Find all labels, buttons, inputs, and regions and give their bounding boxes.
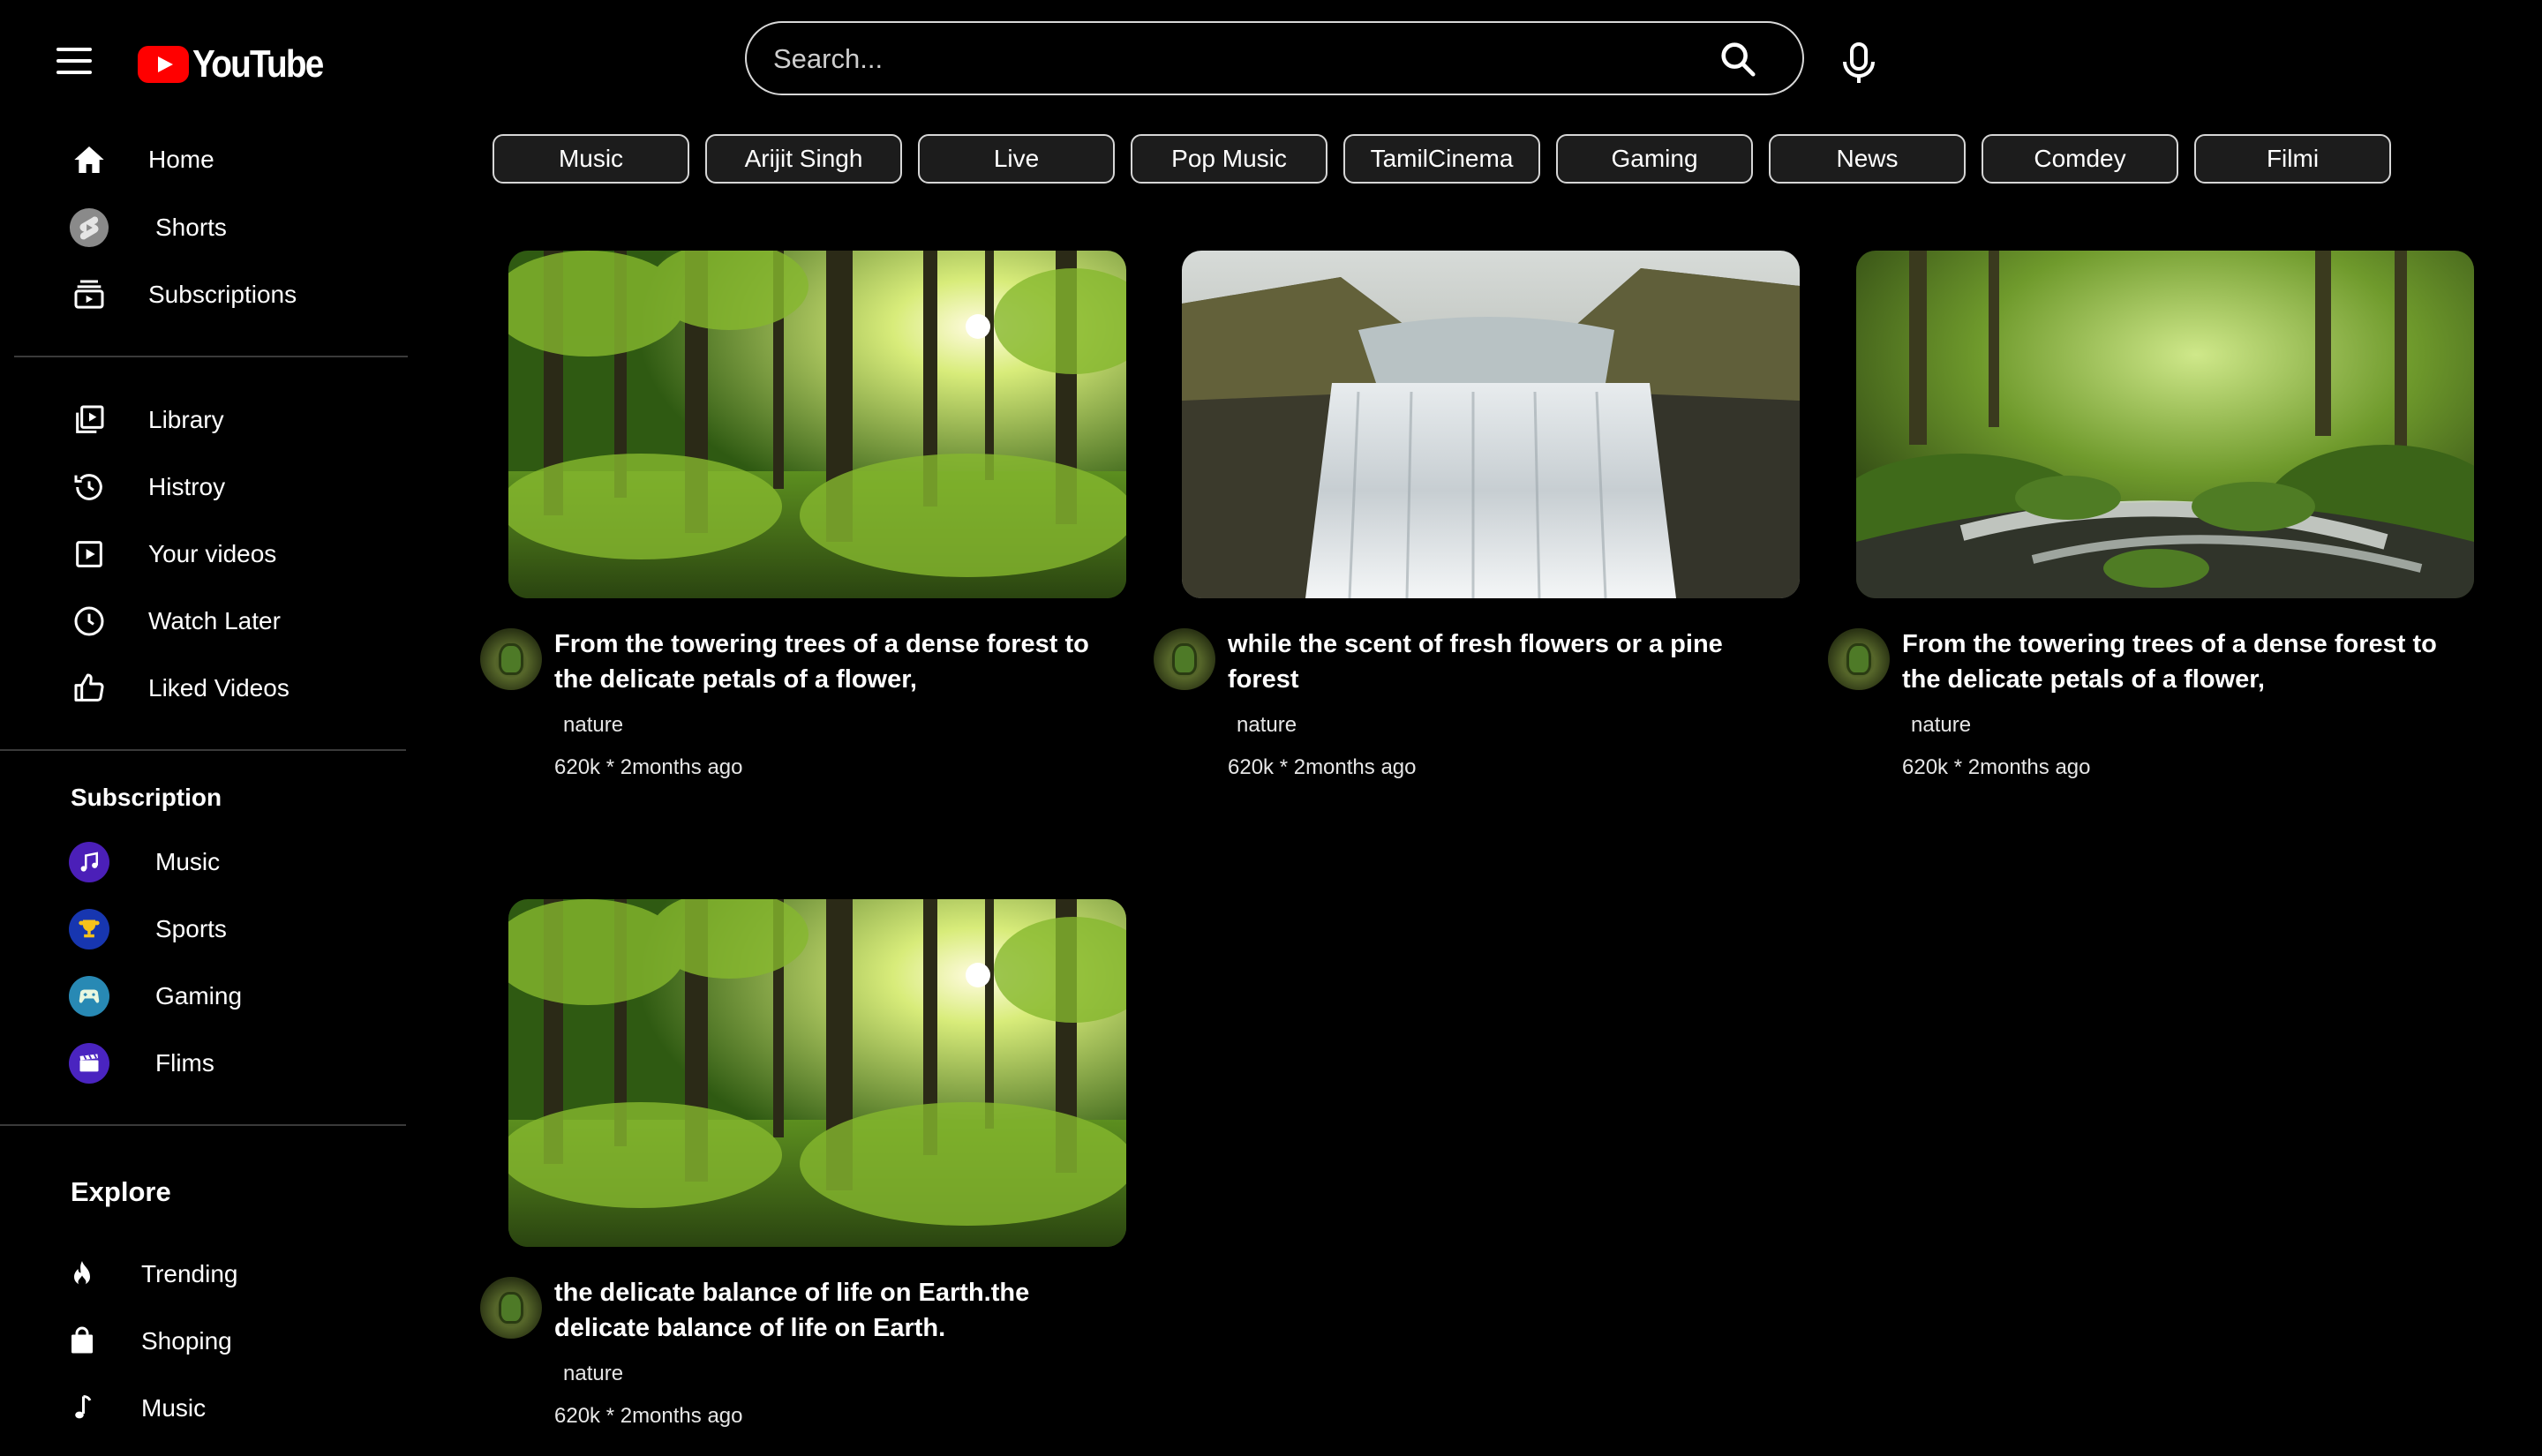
shorts-icon (69, 207, 109, 248)
logo-text: YouTube (192, 42, 324, 86)
sidebar-item-label: Shorts (155, 214, 227, 241)
channel-name[interactable]: nature (1911, 713, 1971, 738)
music-channel-avatar (69, 842, 109, 882)
chip-pop-music[interactable]: Pop Music (1131, 134, 1327, 184)
video-meta: 620k * 2months ago (554, 755, 743, 779)
hamburger-menu-icon[interactable] (56, 48, 92, 76)
clapperboard-icon (69, 1043, 109, 1084)
search-bar (745, 21, 1804, 95)
channel-avatar[interactable] (480, 1277, 542, 1339)
films-channel-avatar (69, 1043, 109, 1084)
sidebar-item-label: Histroy (148, 473, 226, 500)
sidebar-item-label: Subscriptions (148, 281, 297, 308)
sidebar-item-label: Sports (155, 915, 227, 942)
sidebar-item-sub-gaming[interactable]: Gaming (0, 969, 406, 1024)
subscription-section-title: Subscription (71, 784, 222, 811)
search-icon[interactable] (1718, 39, 1760, 81)
video-title[interactable]: the delicate balance of life on Earth.th… (554, 1275, 1119, 1346)
youtube-app: YouTube Home Shorts Subscriptions Librar… (0, 0, 2542, 1456)
video-card[interactable]: the delicate balance of life on Earth.th… (480, 899, 1133, 1456)
sidebar: YouTube Home Shorts Subscriptions Librar… (0, 0, 415, 1456)
channel-avatar[interactable] (480, 628, 542, 690)
sidebar-item-label: Music (155, 848, 221, 875)
thumbs-up-icon (69, 668, 109, 709)
history-icon (69, 467, 109, 507)
sidebar-item-watch-later[interactable]: Watch Later (0, 594, 406, 649)
video-title[interactable]: From the towering trees of a dense fores… (1902, 627, 2467, 697)
sidebar-item-label: Gaming (155, 982, 243, 1009)
youtube-logo[interactable]: YouTube (138, 42, 341, 86)
sidebar-item-your-videos[interactable]: Your videos (0, 527, 406, 582)
video-card[interactable]: From the towering trees of a dense fores… (1828, 251, 2481, 815)
sidebar-item-label: Liked Videos (148, 674, 290, 702)
video-thumbnail[interactable] (1182, 251, 1800, 598)
sidebar-item-home[interactable]: Home (0, 132, 406, 187)
chip-comdey[interactable]: Comdey (1982, 134, 2178, 184)
chip-live[interactable]: Live (918, 134, 1115, 184)
microphone-icon[interactable] (1839, 41, 1882, 86)
video-meta: 620k * 2months ago (554, 1404, 743, 1428)
video-card[interactable]: while the scent of fresh flowers or a pi… (1154, 251, 1807, 815)
channel-avatar[interactable] (1154, 628, 1215, 690)
search-input[interactable] (773, 39, 1673, 79)
channel-avatar[interactable] (1828, 628, 1890, 690)
sidebar-divider (0, 1124, 406, 1126)
sidebar-item-label: Library (148, 406, 224, 433)
video-thumbnail[interactable] (508, 899, 1126, 1247)
sidebar-item-label: Trending (141, 1260, 238, 1287)
channel-name[interactable]: nature (563, 713, 623, 738)
video-thumbnail[interactable] (508, 251, 1126, 598)
category-chips: Music Arijit Singh Live Pop Music TamilC… (493, 134, 2391, 184)
shopping-bag-icon (62, 1321, 102, 1362)
sidebar-item-shopping[interactable]: Shoping (0, 1314, 406, 1369)
trophy-icon (69, 909, 109, 949)
sidebar-item-sub-music[interactable]: Music (0, 835, 406, 889)
music-note-icon (69, 842, 109, 882)
sidebar-item-subscriptions[interactable]: Subscriptions (0, 267, 406, 322)
flame-icon (62, 1254, 102, 1295)
video-title[interactable]: From the towering trees of a dense fores… (554, 627, 1119, 697)
video-thumbnail[interactable] (1856, 251, 2474, 598)
chip-music[interactable]: Music (493, 134, 689, 184)
sidebar-item-label: Shoping (141, 1327, 232, 1355)
chip-filmi[interactable]: Filmi (2194, 134, 2391, 184)
gamepad-icon (69, 976, 109, 1017)
sports-channel-avatar (69, 909, 109, 949)
sidebar-item-label: Home (148, 146, 214, 173)
sidebar-divider (0, 749, 406, 751)
sidebar-item-explore-music[interactable]: Music (0, 1381, 406, 1436)
play-logo-icon (138, 46, 189, 83)
chip-arijit-singh[interactable]: Arijit Singh (705, 134, 902, 184)
subscriptions-icon (69, 274, 109, 315)
video-card[interactable]: From the towering trees of a dense fores… (480, 251, 1133, 815)
watch-later-icon (69, 601, 109, 642)
sidebar-item-label: Your videos (148, 540, 277, 567)
chip-news[interactable]: News (1769, 134, 1966, 184)
explore-section-title: Explore (71, 1176, 171, 1207)
chip-tamilcinema[interactable]: TamilCinema (1343, 134, 1540, 184)
channel-name[interactable]: nature (563, 1362, 623, 1386)
sidebar-item-label: Watch Later (148, 607, 281, 634)
home-icon (69, 139, 109, 180)
sidebar-item-label: Flims (155, 1049, 214, 1077)
your-videos-icon (69, 534, 109, 574)
sidebar-divider (14, 356, 408, 357)
music-note-icon (62, 1388, 102, 1429)
library-icon (69, 400, 109, 440)
gaming-channel-avatar (69, 976, 109, 1017)
sidebar-item-trending[interactable]: Trending (0, 1247, 406, 1302)
video-meta: 620k * 2months ago (1902, 755, 2091, 779)
sidebar-item-sub-sports[interactable]: Sports (0, 902, 406, 957)
sidebar-item-shorts[interactable]: Shorts (0, 200, 406, 255)
sidebar-item-sub-flims[interactable]: Flims (0, 1036, 406, 1091)
sidebar-item-label: Music (141, 1394, 207, 1422)
sidebar-item-liked-videos[interactable]: Liked Videos (0, 661, 406, 716)
chip-gaming[interactable]: Gaming (1556, 134, 1753, 184)
video-title[interactable]: while the scent of fresh flowers or a pi… (1228, 627, 1793, 697)
sidebar-item-library[interactable]: Library (0, 393, 406, 447)
channel-name[interactable]: nature (1237, 713, 1297, 738)
sidebar-item-history[interactable]: Histroy (0, 460, 406, 514)
video-meta: 620k * 2months ago (1228, 755, 1417, 779)
